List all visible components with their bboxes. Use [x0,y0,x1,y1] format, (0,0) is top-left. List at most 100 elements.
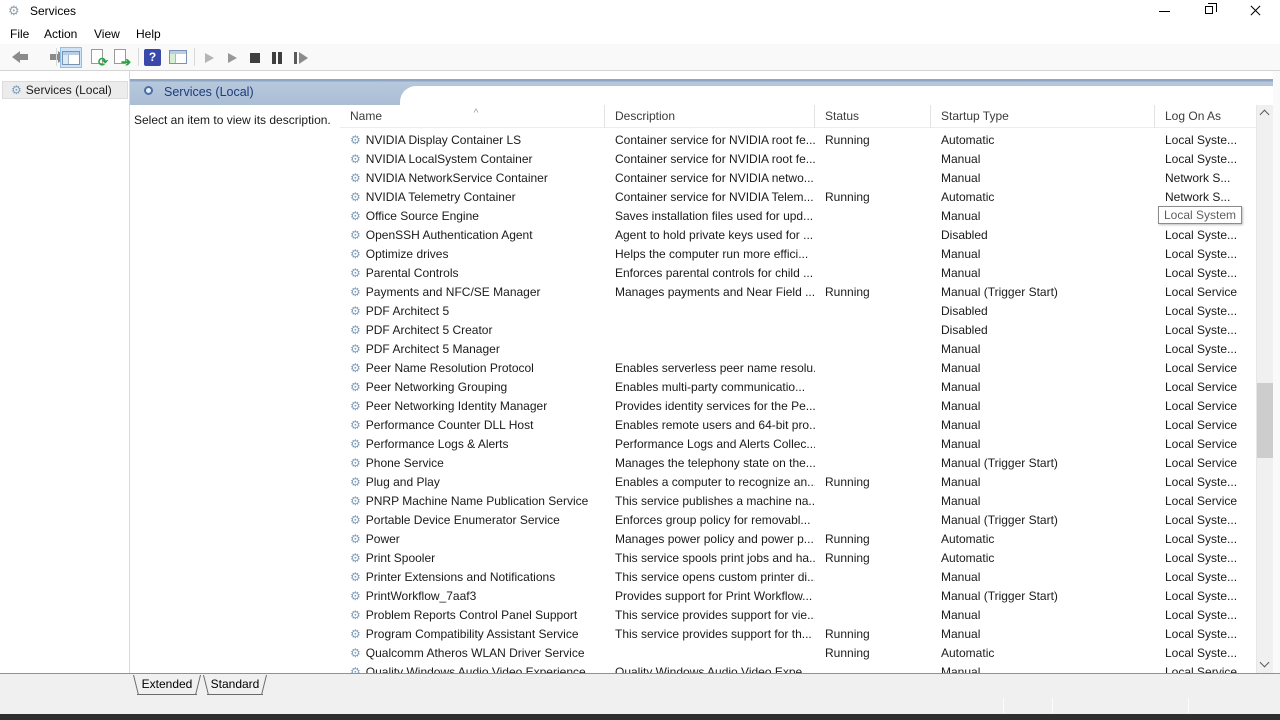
column-header-log-on-as[interactable]: Log On As [1155,105,1256,128]
service-name-cell: ⚙Peer Networking Grouping [340,378,605,397]
service-gear-icon: ⚙ [350,456,361,470]
table-row[interactable]: ⚙NVIDIA Display Container LSContainer se… [340,131,1256,150]
start-service-icon [205,53,214,63]
table-row[interactable]: ⚙Phone ServiceManages the telephony stat… [340,454,1256,473]
scroll-down-button[interactable] [1257,656,1274,673]
table-row[interactable]: ⚙Print SpoolerThis service spools print … [340,549,1256,568]
table-row[interactable]: ⚙PDF Architect 5DisabledLocal Syste... [340,302,1256,321]
service-status-cell: Running [815,549,931,568]
service-startup-cell: Manual [931,492,1155,511]
table-row[interactable]: ⚙Problem Reports Control Panel SupportTh… [340,606,1256,625]
table-row[interactable]: ⚙Office Source EngineSaves installation … [340,207,1256,226]
toolbar-separator [194,48,195,66]
table-row[interactable]: ⚙Performance Logs & AlertsPerformance Lo… [340,435,1256,454]
back-button[interactable] [4,47,26,68]
table-row[interactable]: ⚙PDF Architect 5 ManagerManualLocal Syst… [340,340,1256,359]
scrollbar-thumb[interactable] [1257,383,1274,458]
table-row[interactable]: ⚙PrintWorkflow_7aaf3Provides support for… [340,587,1256,606]
restart-service-icon [294,52,297,64]
refresh-button[interactable]: ⟳ [88,47,110,68]
restart-service-button[interactable] [289,47,311,68]
table-row[interactable]: ⚙Performance Counter DLL HostEnables rem… [340,416,1256,435]
table-row[interactable]: ⚙NVIDIA Telemetry ContainerContainer ser… [340,188,1256,207]
scroll-up-button[interactable] [1257,105,1274,122]
table-row[interactable]: ⚙Qualcomm Atheros WLAN Driver ServiceRun… [340,644,1256,663]
window-title: Services [30,4,76,18]
service-status-cell [815,435,931,454]
service-startup-cell: Automatic [931,188,1155,207]
tab-label: Standard [211,677,260,691]
show-action-pane-button[interactable] [168,47,190,68]
table-row[interactable]: ⚙Parental ControlsEnforces parental cont… [340,264,1256,283]
column-header-description[interactable]: Description [605,105,815,128]
table-row[interactable]: ⚙Payments and NFC/SE ManagerManages paym… [340,283,1256,302]
menu-action[interactable]: Action [38,25,83,43]
service-startup-cell: Automatic [931,530,1155,549]
menu-help[interactable]: Help [130,25,167,43]
table-row[interactable]: ⚙Program Compatibility Assistant Service… [340,625,1256,644]
export-list-button[interactable]: ➔ [111,47,133,68]
service-rows: ⚙NVIDIA Display Container LSContainer se… [340,128,1256,673]
forward-button[interactable] [28,47,50,68]
menu-file[interactable]: File [4,25,35,43]
service-name-cell: ⚙OpenSSH Authentication Agent [340,226,605,245]
service-name-cell: ⚙Office Source Engine [340,207,605,226]
service-status-cell [815,511,931,530]
service-description-cell [605,321,815,340]
menu-view[interactable]: View [88,25,126,43]
service-name-cell: ⚙Portable Device Enumerator Service [340,511,605,530]
service-description-cell: Container service for NVIDIA Telem... [605,188,815,207]
service-status-cell [815,454,931,473]
stop-service-button[interactable] [244,47,266,68]
table-row[interactable]: ⚙Optimize drivesHelps the computer run m… [340,245,1256,264]
service-logon-cell: Local Syste... [1155,606,1256,625]
table-row[interactable]: ⚙Plug and PlayEnables a computer to reco… [340,473,1256,492]
table-row[interactable]: ⚙PDF Architect 5 CreatorDisabledLocal Sy… [340,321,1256,340]
service-startup-cell: Manual (Trigger Start) [931,511,1155,530]
service-logon-cell: Local Service [1155,397,1256,416]
table-row[interactable]: ⚙NVIDIA LocalSystem ContainerContainer s… [340,150,1256,169]
bottom-zone: Extended Standard [0,673,1280,714]
service-name-cell: ⚙Peer Name Resolution Protocol [340,359,605,378]
minimize-button[interactable] [1142,0,1187,22]
table-row[interactable]: ⚙Peer Name Resolution ProtocolEnables se… [340,359,1256,378]
title-bar: ⚙ Services [0,0,1280,22]
service-logon-cell: Local Service [1155,378,1256,397]
pause-service-button[interactable] [266,47,288,68]
tab-standard[interactable]: Standard [203,675,267,695]
service-status-cell [815,169,931,188]
column-header-startup-type[interactable]: Startup Type [931,105,1155,128]
column-header-name[interactable]: Name ^ [340,105,605,128]
service-startup-cell: Manual [931,169,1155,188]
table-row[interactable]: ⚙NVIDIA NetworkService ContainerContaine… [340,169,1256,188]
table-row[interactable]: ⚙PowerManages power policy and power p..… [340,530,1256,549]
table-row[interactable]: ⚙Quality Windows Audio Video ExperienceQ… [340,663,1256,673]
table-row[interactable]: ⚙Portable Device Enumerator ServiceEnfor… [340,511,1256,530]
show-console-tree-button[interactable] [60,47,82,68]
tree-item-services-local[interactable]: ⚙Services (Local) [2,81,128,99]
column-header-status[interactable]: Status [815,105,931,128]
close-button[interactable] [1233,0,1278,22]
service-status-cell: Running [815,473,931,492]
resume-service-button[interactable] [221,47,243,68]
table-row[interactable]: ⚙OpenSSH Authentication AgentAgent to ho… [340,226,1256,245]
start-service-button[interactable] [198,47,220,68]
tab-extended[interactable]: Extended [133,675,201,695]
service-gear-icon: ⚙ [350,361,361,375]
service-gear-icon: ⚙ [350,266,361,280]
vertical-scrollbar[interactable] [1256,105,1273,673]
service-startup-cell: Automatic [931,644,1155,663]
service-name-cell: ⚙PrintWorkflow_7aaf3 [340,587,605,606]
table-row[interactable]: ⚙PNRP Machine Name Publication ServiceTh… [340,492,1256,511]
table-row[interactable]: ⚙Peer Networking Identity ManagerProvide… [340,397,1256,416]
help-button[interactable]: ? [142,47,164,68]
service-name-cell: ⚙Plug and Play [340,473,605,492]
table-row[interactable]: ⚙Printer Extensions and NotificationsThi… [340,568,1256,587]
service-logon-cell: Local Syste... [1155,264,1256,283]
service-name-cell: ⚙Parental Controls [340,264,605,283]
service-startup-cell: Manual (Trigger Start) [931,454,1155,473]
table-row[interactable]: ⚙Peer Networking GroupingEnables multi-p… [340,378,1256,397]
service-name-cell: ⚙Program Compatibility Assistant Service [340,625,605,644]
restore-button[interactable] [1187,0,1232,22]
service-description-cell: This service spools print jobs and ha... [605,549,815,568]
